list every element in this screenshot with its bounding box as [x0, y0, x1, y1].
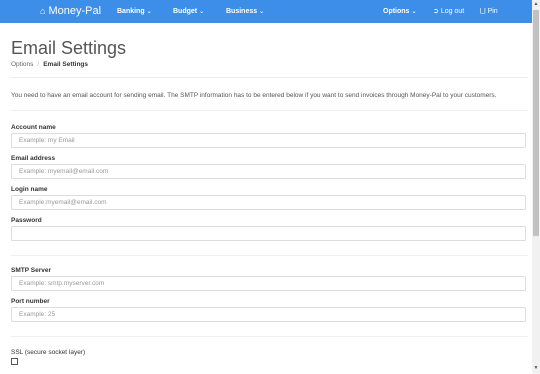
scroll-down-icon[interactable]: ▼	[532, 364, 540, 372]
account-name-label: Account name	[11, 124, 56, 131]
page-title: Email Settings	[11, 38, 127, 58]
chevron-down-icon: ⌄	[146, 9, 152, 15]
divider	[11, 77, 528, 78]
breadcrumb: Options / Email Settings	[11, 61, 88, 68]
divider	[11, 255, 528, 256]
ssl-checkbox[interactable]	[11, 358, 18, 365]
chevron-down-icon: ⌄	[411, 9, 417, 15]
password-input[interactable]	[11, 226, 526, 241]
info-text: You need to have an email account for se…	[11, 92, 497, 99]
scroll-up-icon[interactable]: ▲	[532, 0, 540, 8]
brand-link[interactable]: ⌂ Money-Pal	[40, 0, 101, 23]
breadcrumb-current: Email Settings	[43, 61, 89, 68]
pin-link[interactable]: ⨆ Pin	[480, 0, 498, 23]
divider	[11, 110, 528, 111]
port-number-label: Port number	[11, 298, 50, 305]
login-name-input[interactable]	[11, 195, 526, 210]
chevron-down-icon: ⌄	[259, 9, 265, 15]
ssl-label: SSL (secure socket layer)	[11, 349, 86, 356]
smtp-server-label: SMTP Server	[11, 267, 51, 274]
menu-budget[interactable]: Budget ⌄	[173, 0, 204, 23]
menu-budget-label: Budget	[173, 8, 198, 15]
pin-label: Pin	[487, 8, 498, 15]
menu-options[interactable]: Options ⌄	[383, 0, 416, 23]
email-address-input[interactable]	[11, 164, 526, 179]
login-name-label: Login name	[11, 186, 48, 193]
chevron-down-icon: ⌄	[199, 9, 205, 15]
smtp-server-input[interactable]	[11, 276, 526, 291]
menu-banking-label: Banking	[117, 8, 145, 15]
home-icon: ⌂	[40, 6, 46, 16]
breadcrumb-options[interactable]: Options	[11, 61, 33, 68]
pin-icon: ⨆	[480, 8, 486, 15]
logout-label: Log out	[440, 8, 465, 15]
logout-link[interactable]: ➲ Log out	[433, 0, 464, 23]
account-name-input[interactable]	[11, 133, 526, 148]
menu-business[interactable]: Business ⌄	[226, 0, 264, 23]
logout-icon: ➲	[433, 8, 439, 15]
divider	[11, 336, 528, 337]
breadcrumb-separator: /	[37, 61, 40, 68]
menu-business-label: Business	[226, 8, 258, 15]
menu-banking[interactable]: Banking ⌄	[117, 0, 152, 23]
scrollbar-thumb[interactable]	[533, 10, 539, 236]
email-address-label: Email address	[11, 155, 56, 162]
top-navbar: ⌂ Money-Pal Banking ⌄ Budget ⌄ Business ⌄ Op…	[0, 0, 532, 23]
port-number-input[interactable]	[11, 307, 526, 322]
brand-name: Money-Pal	[48, 5, 102, 17]
password-label: Password	[11, 217, 42, 224]
menu-options-label: Options	[383, 8, 410, 15]
